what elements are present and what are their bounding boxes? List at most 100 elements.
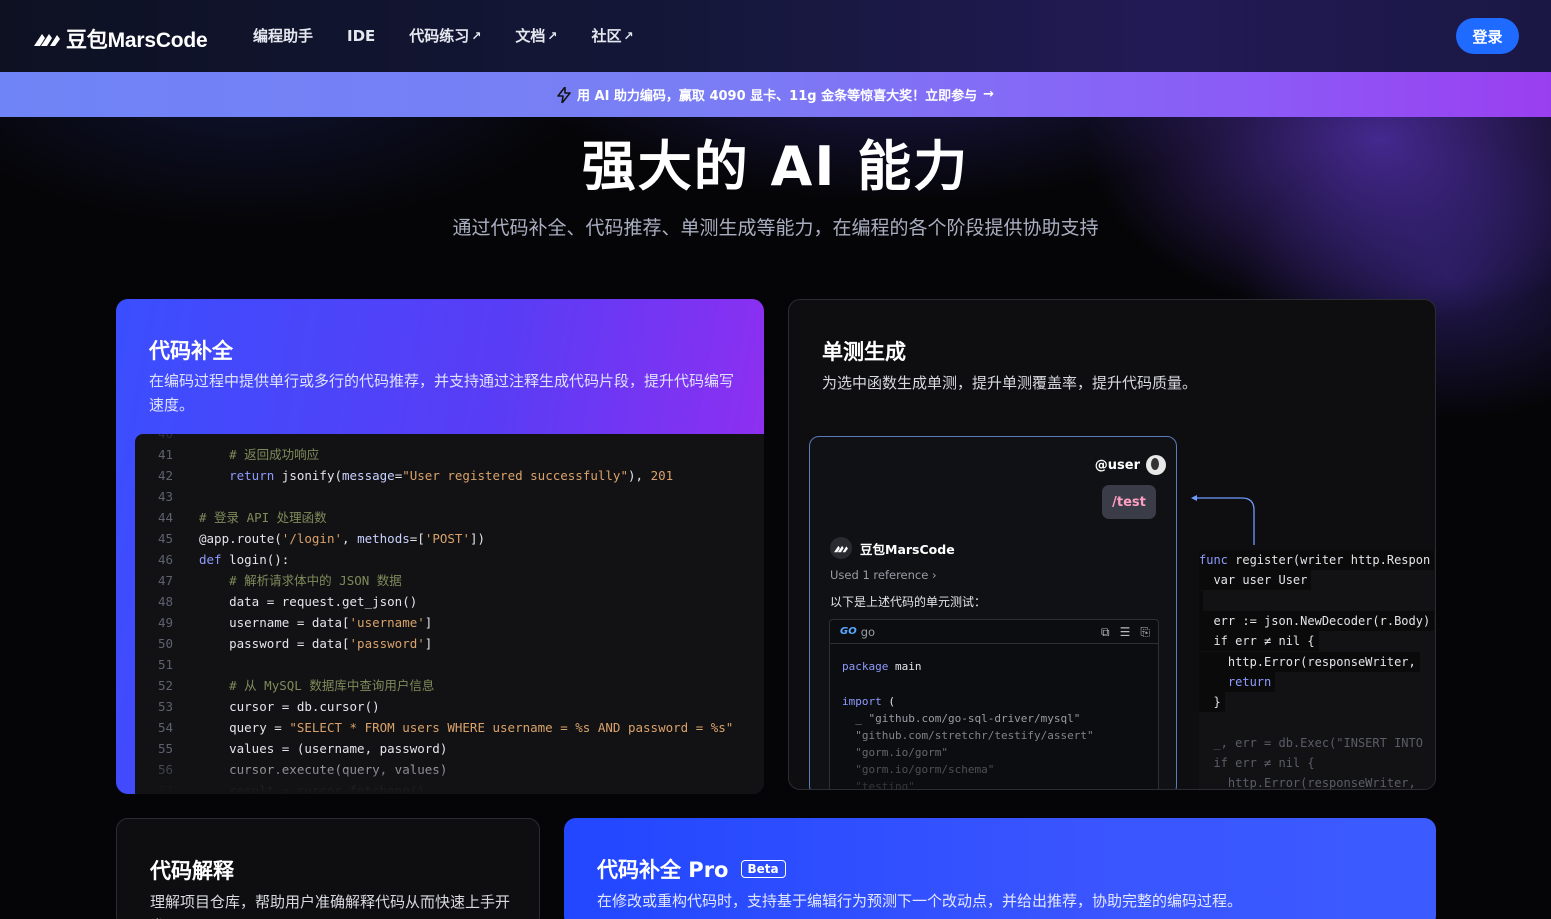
feature-card-completion-pro: 代码补全 Pro Beta 在修改或重构代码时，支持基于编辑行为预测下一个改动点，… bbox=[564, 818, 1436, 919]
card-description: 在修改或重构代码时，支持基于编辑行为预测下一个改动点，并给出推荐，协助完整的编码… bbox=[597, 892, 1243, 910]
nav-link-label: 代码练习 bbox=[409, 27, 470, 45]
code-text: return jsonify(message="User registered … bbox=[229, 468, 674, 483]
code-line: 40 bbox=[135, 434, 199, 444]
connector-arrow-icon bbox=[1191, 495, 1255, 545]
card-description: 理解项目仓库，帮助用户准确解释代码从而快速上手开发 bbox=[150, 893, 511, 919]
nav-link-practice[interactable]: 代码练习 ↗ bbox=[409, 25, 481, 46]
copy-icon[interactable]: ⧉ bbox=[1101, 625, 1110, 640]
code-line: } bbox=[1199, 692, 1225, 713]
code-line bbox=[1199, 590, 1203, 611]
code-line: func register(writer http.Respon bbox=[1199, 550, 1435, 570]
code-line: _, err = db.Exec("INSERT INTO bbox=[1199, 735, 1423, 750]
user-message: @user bbox=[1095, 455, 1166, 475]
avatar bbox=[1146, 455, 1166, 475]
line-number: 49 bbox=[157, 615, 173, 630]
code-line: 44 # 登录 API 处理函数 bbox=[135, 507, 327, 528]
code-line: if err ≠ nil { bbox=[1199, 631, 1319, 652]
code-line: var user User bbox=[1199, 570, 1312, 591]
card-title: 代码解释 bbox=[150, 859, 234, 883]
new-file-icon[interactable]: ⎘ bbox=[1140, 625, 1150, 640]
nav-link-community[interactable]: 社区 ↗ bbox=[591, 25, 633, 46]
code-editor: 4041 # 返回成功响应42 return jsonify(message="… bbox=[135, 434, 764, 794]
go-lang-icon: GO bbox=[840, 626, 857, 637]
card-title: 单测生成 bbox=[822, 340, 906, 364]
line-number: 52 bbox=[157, 678, 173, 693]
code-line: "testing" bbox=[842, 780, 915, 790]
code-line: 53 cursor = db.cursor() bbox=[135, 696, 380, 717]
nav-link-label: 编程助手 bbox=[253, 27, 314, 45]
function-snippet: func register(writer http.Respon var use… bbox=[1199, 550, 1435, 790]
code-text: password = data['password'] bbox=[199, 636, 433, 651]
feature-card-explain: 代码解释 理解项目仓库，帮助用户准确解释代码从而快速上手开发 bbox=[116, 818, 540, 919]
code-block-header: GO go ⧉ ☰ ⎘ bbox=[830, 620, 1158, 644]
code-line: import ( bbox=[842, 695, 895, 708]
code-line: 49 username = data['username'] bbox=[135, 612, 432, 633]
code-line: 50 password = data['password'] bbox=[135, 633, 432, 654]
hero-subtitle: 通过代码补全、代码推荐、单测生成等能力，在编程的各个阶段提供协助支持 bbox=[452, 217, 1099, 239]
line-number: 50 bbox=[157, 636, 173, 651]
code-line: err := json.NewDecoder(r.Body) bbox=[1199, 610, 1435, 631]
code-text: # 返回成功响应 bbox=[199, 447, 320, 462]
code-text: query = "SELECT * FROM users WHERE usern… bbox=[199, 720, 734, 735]
feature-card-unittest: 单测生成 为选中函数生成单测，提升单测覆盖率，提升代码质量。 @user /te… bbox=[788, 299, 1436, 790]
line-number: 45 bbox=[157, 531, 173, 546]
code-text: cursor = db.cursor() bbox=[199, 699, 380, 714]
user-handle: @user bbox=[1094, 457, 1140, 473]
nav-link-ide[interactable]: IDE bbox=[347, 25, 375, 46]
used-reference-link[interactable]: Used 1 reference › bbox=[830, 568, 937, 582]
lightning-icon bbox=[557, 86, 571, 103]
marscode-logo-icon bbox=[34, 34, 60, 46]
chevron-right-icon: › bbox=[931, 568, 937, 582]
code-line: 48 data = request.get_json() bbox=[135, 591, 417, 612]
code-line: 54 query = "SELECT * FROM users WHERE us… bbox=[135, 717, 733, 738]
code-block-actions: ⧉ ☰ ⎘ bbox=[1101, 625, 1150, 640]
external-link-icon: ↗ bbox=[471, 28, 482, 43]
brand-name: 豆包MarsCode bbox=[66, 29, 208, 52]
bot-intro-text: 以下是上述代码的单元测试： bbox=[830, 595, 987, 609]
card-title: 代码补全 bbox=[149, 339, 233, 363]
code-line: http.Error(responseWriter, bbox=[1199, 776, 1416, 790]
insert-icon[interactable]: ☰ bbox=[1120, 625, 1131, 640]
line-number: 41 bbox=[157, 447, 173, 462]
code-line: 51 bbox=[135, 654, 199, 675]
code-line: 52 # 从 MySQL 数据库中查询用户信息 bbox=[135, 675, 434, 696]
hero-title: 强大的 AI 能力 bbox=[581, 135, 970, 198]
code-line: return bbox=[1199, 671, 1276, 692]
nav-link-assistant[interactable]: 编程助手 bbox=[253, 25, 313, 46]
nav-link-docs[interactable]: 文档 ↗ bbox=[515, 25, 557, 46]
card-description: 为选中函数生成单测，提升单测覆盖率，提升代码质量。 bbox=[822, 374, 1198, 392]
code-line: package main bbox=[842, 660, 922, 673]
code-line: http.Error(responseWriter, bbox=[1199, 651, 1420, 672]
nav-link-label: 文档 bbox=[515, 27, 546, 45]
code-text: # 解析请求体中的 JSON 数据 bbox=[199, 573, 402, 588]
code-line: "github.com/stretchr/testify/assert" bbox=[842, 729, 1094, 742]
banner-text: 用 AI 助力编码，赢取 4090 显卡、11g 金条等惊喜大奖！立即参与 bbox=[576, 89, 978, 104]
bot-name: 豆包MarsCode bbox=[860, 541, 955, 557]
card-title-text: 代码补全 Pro bbox=[597, 858, 729, 882]
test-command-chip: /test bbox=[1102, 485, 1156, 519]
beta-badge: Beta bbox=[740, 860, 786, 878]
line-number: 54 bbox=[157, 720, 173, 735]
top-nav: 豆包MarsCode 编程助手 IDE 代码练习 ↗ 文档 ↗ 社区 ↗ 登录 bbox=[0, 0, 1551, 72]
code-text: def login(): bbox=[199, 552, 290, 567]
code-text: @app.route('/login', methods=['POST']) bbox=[199, 531, 486, 546]
code-line: "gorm.io/gorm" bbox=[842, 746, 948, 759]
line-number: 47 bbox=[157, 573, 173, 588]
brand-logo[interactable]: 豆包MarsCode bbox=[32, 24, 208, 54]
line-number: 51 bbox=[157, 657, 173, 672]
card-description: 在编码过程中提供单行或多行的代码推荐，并支持通过注释生成代码片段，提升代码编写速… bbox=[149, 372, 735, 414]
line-number: 46 bbox=[157, 552, 173, 567]
login-button[interactable]: 登录 bbox=[1456, 18, 1519, 54]
feature-card-completion: 代码补全 在编码过程中提供单行或多行的代码推荐，并支持通过注释生成代码片段，提升… bbox=[116, 299, 764, 794]
arrow-right-icon: → bbox=[983, 87, 994, 102]
card-title: 代码补全 Pro Beta bbox=[597, 854, 786, 884]
external-link-icon: ↗ bbox=[623, 28, 634, 43]
line-number: 53 bbox=[157, 699, 173, 714]
code-line: 43 bbox=[135, 486, 199, 507]
promo-banner[interactable]: 用 AI 助力编码，赢取 4090 显卡、11g 金条等惊喜大奖！立即参与 → bbox=[0, 72, 1551, 117]
nav-link-label: 社区 bbox=[591, 27, 622, 45]
code-line: 45 @app.route('/login', methods=['POST']) bbox=[135, 528, 485, 549]
editor-fade bbox=[135, 754, 764, 794]
